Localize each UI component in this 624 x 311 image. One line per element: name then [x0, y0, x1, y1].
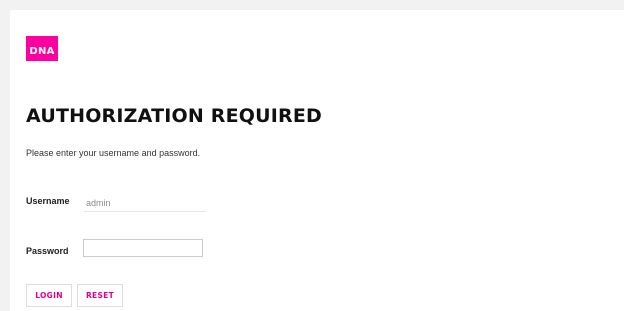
password-label: Password — [26, 246, 69, 256]
password-field[interactable] — [83, 239, 203, 257]
username-field[interactable] — [84, 195, 206, 212]
reset-button[interactable]: RESET — [77, 284, 123, 307]
username-label: Username — [26, 196, 70, 206]
page-title: AUTHORIZATION REQUIRED — [26, 105, 323, 127]
login-button[interactable]: LOGIN — [26, 284, 72, 307]
dna-logo: DNA — [26, 36, 58, 61]
page-container: DNA AUTHORIZATION REQUIRED Please enter … — [10, 10, 624, 311]
instructions-text: Please enter your username and password. — [26, 148, 201, 158]
